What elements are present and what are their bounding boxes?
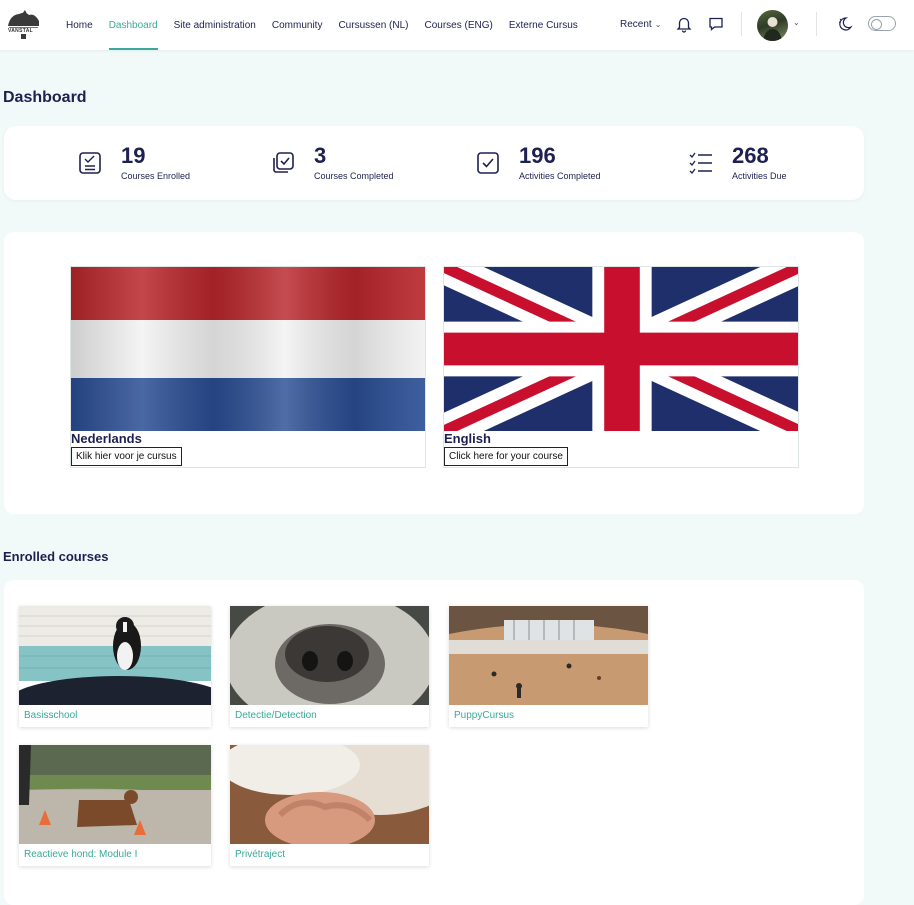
course-image (230, 745, 429, 844)
top-navbar: VANSTAL Home Dashboard Site administrati… (0, 0, 914, 50)
course-image (449, 606, 648, 705)
stat-label: Activities Due (732, 171, 787, 181)
stats-card: 19 Courses Enrolled 3 Courses Completed … (4, 126, 864, 200)
course-image (19, 745, 211, 844)
stat-value: 19 (121, 143, 146, 168)
dutch-flag-image (71, 267, 425, 431)
course-name: Detectie/Detection (235, 710, 317, 721)
stat-label: Activities Completed (519, 171, 601, 181)
stat-label: Courses Completed (314, 171, 394, 181)
user-avatar[interactable] (757, 10, 788, 41)
course-name: PuppyCursus (454, 710, 515, 721)
chevron-down-icon[interactable]: ⌄ (793, 18, 800, 27)
dark-mode-moon-icon[interactable] (836, 15, 854, 33)
stat-label: Courses Enrolled (121, 171, 191, 181)
language-tile-nederlands: Nederlands Klik hier voor je cursus (70, 266, 426, 468)
language-name: Nederlands (71, 431, 142, 446)
task-list-icon (688, 150, 714, 176)
checkbox-icon (475, 150, 501, 176)
course-image (19, 606, 211, 705)
enrolled-courses-card: Basisschool Detectie/Detection PuppyCurs… (4, 580, 864, 905)
recent-label: Recent (620, 18, 652, 30)
course-image (230, 606, 429, 705)
nav-community[interactable]: Community (264, 0, 331, 50)
bell-icon[interactable] (675, 15, 693, 33)
site-logo[interactable]: VANSTAL (5, 9, 42, 40)
nav-divider (816, 12, 817, 36)
clipboard-list-icon (77, 150, 103, 176)
language-card: Nederlands Klik hier voor je cursus Engl… (4, 232, 864, 514)
course-card-privetraject[interactable]: Privétraject (230, 745, 429, 866)
main-nav: Home Dashboard Site administration Commu… (58, 0, 586, 50)
course-name: Reactieve hond: Module I (24, 849, 138, 860)
course-card-puppycursus[interactable]: PuppyCursus (449, 606, 648, 727)
logo-wordmark: VANSTAL (8, 28, 33, 34)
language-name: English (444, 431, 491, 446)
stat-value: 3 (314, 143, 327, 168)
dark-mode-toggle[interactable] (868, 16, 896, 31)
stat-value: 196 (519, 143, 556, 168)
course-card-basisschool[interactable]: Basisschool (19, 606, 211, 727)
english-course-button[interactable]: Click here for your course (444, 447, 568, 466)
nav-site-administration[interactable]: Site administration (166, 0, 264, 50)
language-tile-english: English Click here for your course (443, 266, 799, 468)
stat-value: 268 (732, 143, 769, 168)
union-jack-flag-image (444, 267, 798, 431)
nav-cursussen-nl[interactable]: Cursussen (NL) (330, 0, 416, 50)
stacked-checkbox-icon (270, 150, 296, 176)
nav-divider (741, 12, 742, 36)
course-name: Basisschool (24, 710, 78, 721)
nederlands-course-button[interactable]: Klik hier voor je cursus (71, 447, 182, 466)
course-card-detectie[interactable]: Detectie/Detection (230, 606, 429, 727)
message-icon[interactable] (707, 15, 725, 33)
nav-courses-eng[interactable]: Courses (ENG) (416, 0, 500, 50)
nav-externe-cursus[interactable]: Externe Cursus (501, 0, 586, 50)
course-card-reactieve-hond[interactable]: Reactieve hond: Module I (19, 745, 211, 866)
nav-dashboard[interactable]: Dashboard (101, 0, 166, 50)
recent-dropdown[interactable]: Recent ⌄ (620, 0, 661, 48)
chevron-down-icon: ⌄ (654, 19, 662, 29)
enrolled-courses-title: Enrolled courses (3, 549, 109, 564)
nav-home[interactable]: Home (58, 0, 101, 50)
course-name: Privétraject (235, 849, 286, 860)
page-title: Dashboard (3, 89, 87, 106)
